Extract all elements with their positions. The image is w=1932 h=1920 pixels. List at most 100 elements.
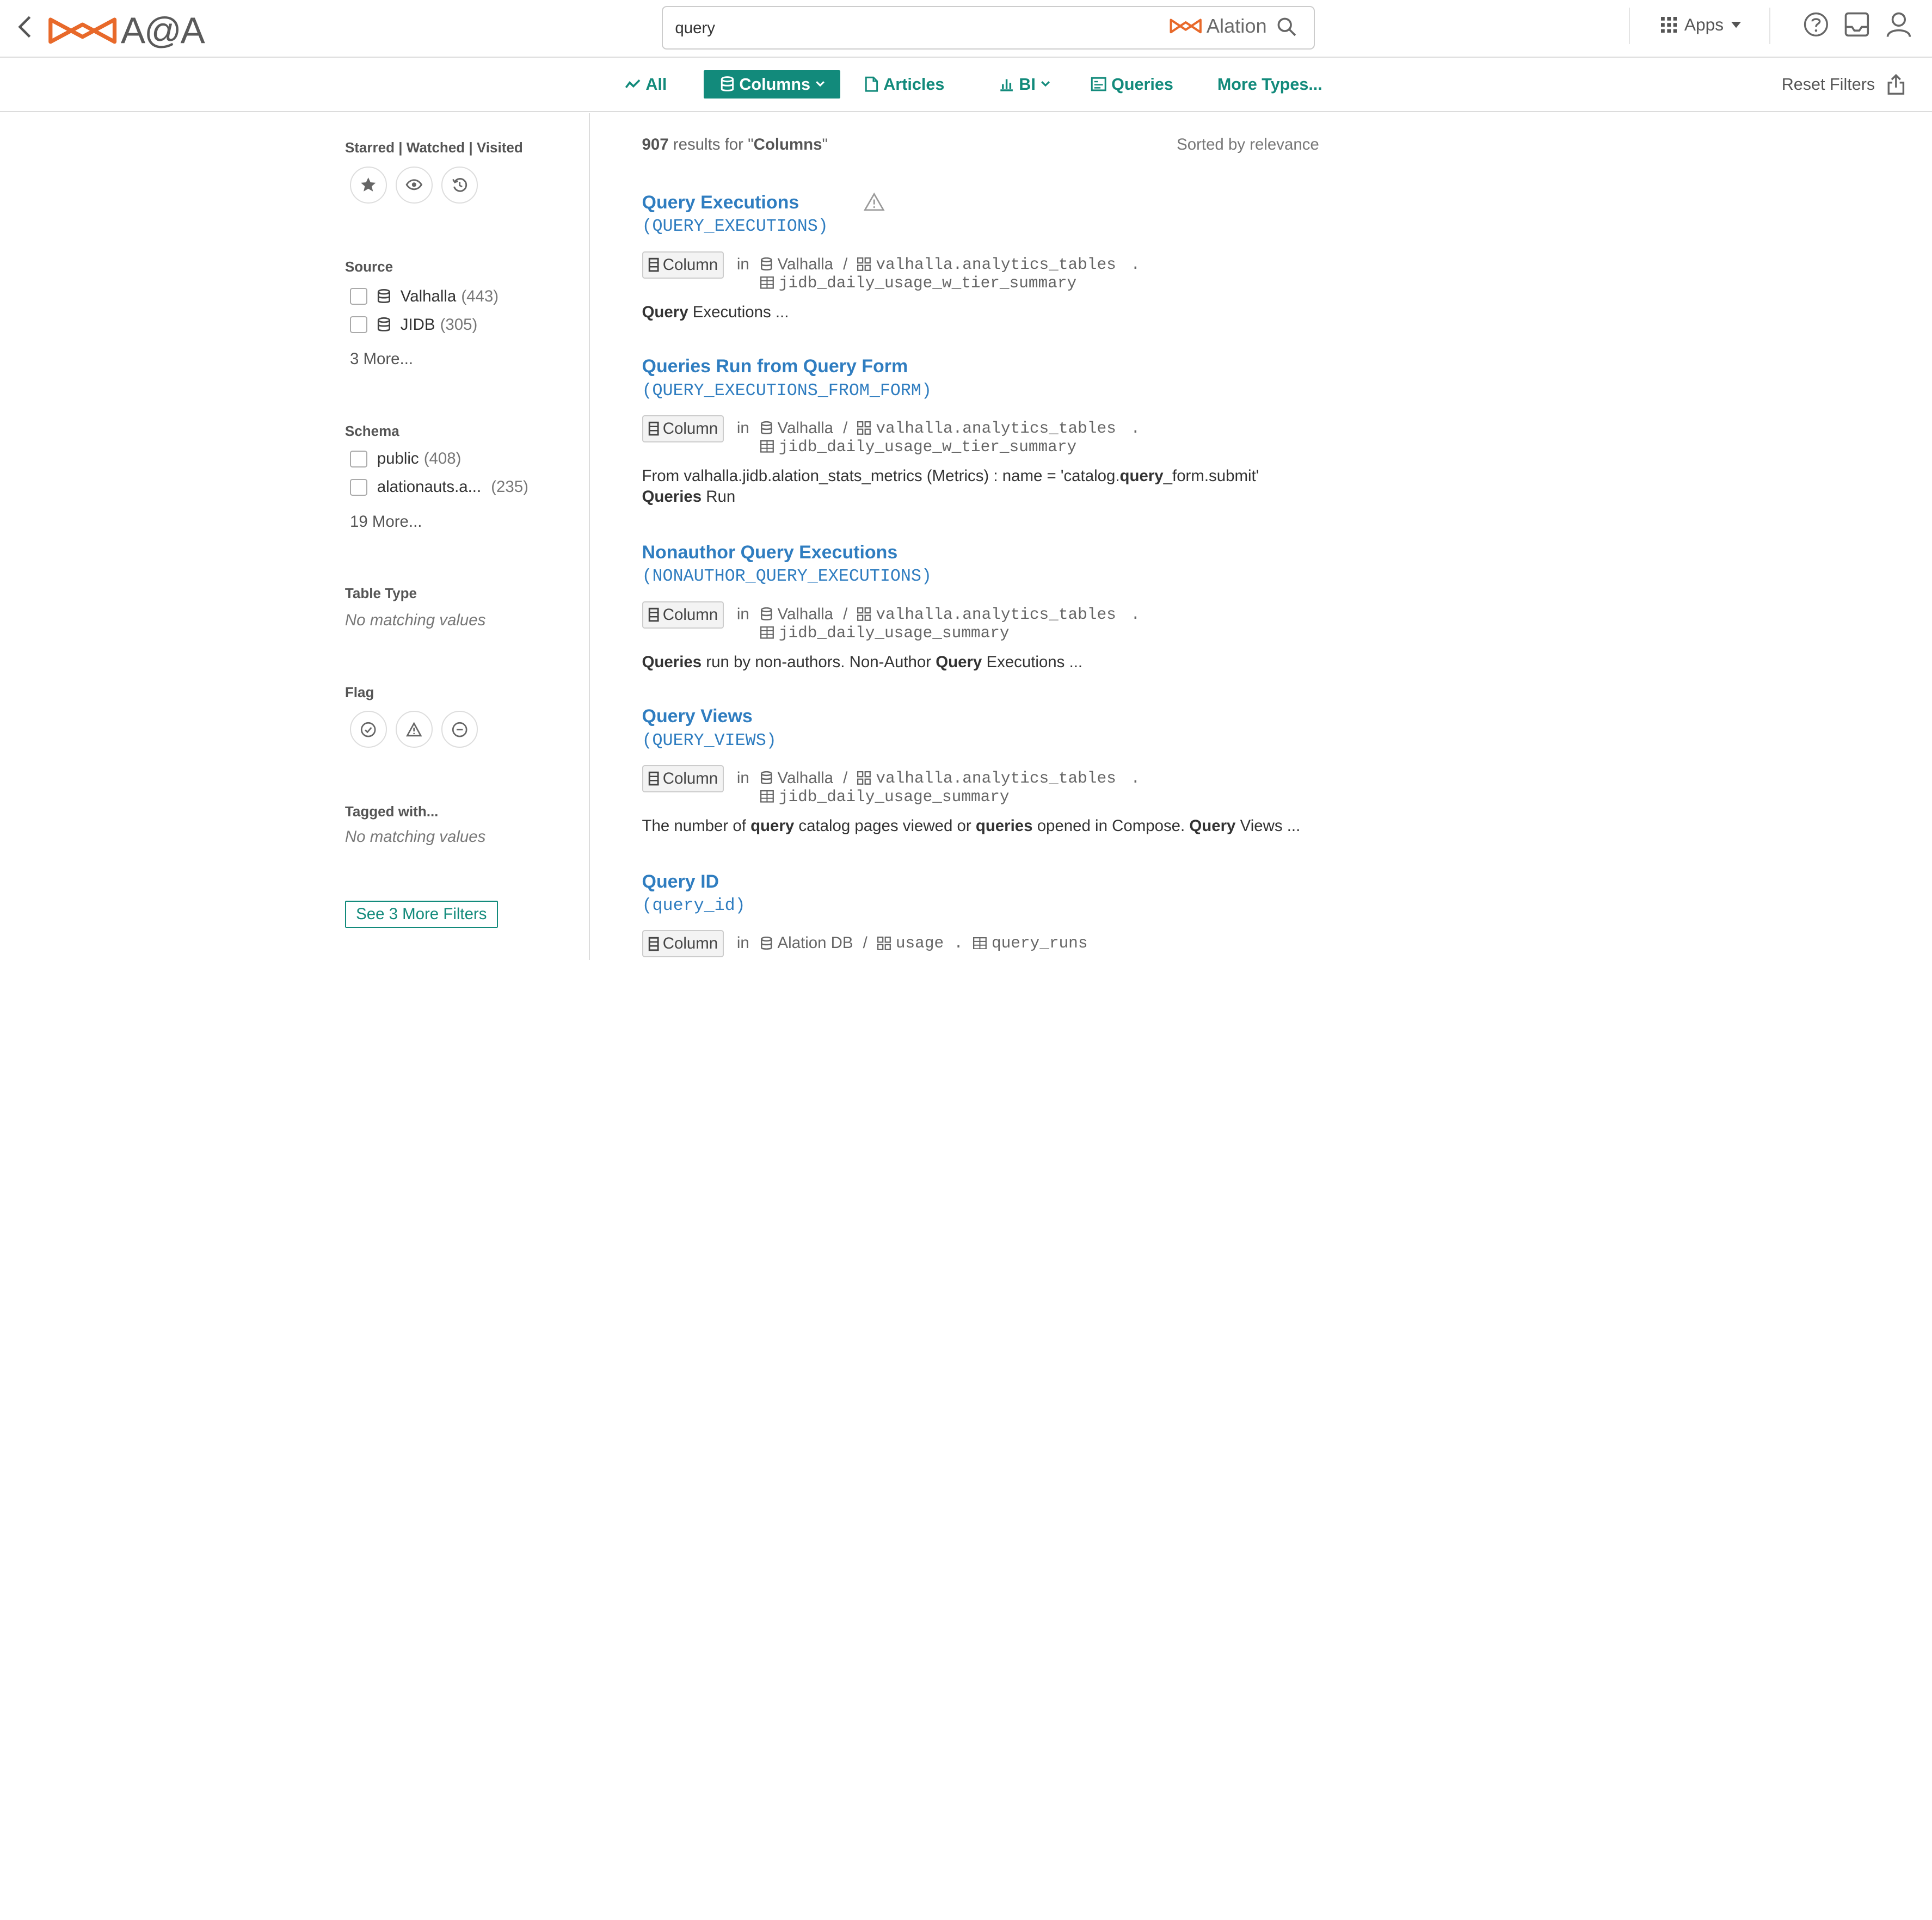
in-label: in <box>736 768 749 787</box>
search-icon[interactable] <box>1277 17 1299 39</box>
bowtie-logo-icon <box>1170 19 1202 34</box>
tab-all[interactable]: All <box>625 70 667 99</box>
desc-text: Executions <box>688 303 776 321</box>
checkbox[interactable] <box>349 287 367 305</box>
column-icon <box>648 257 659 272</box>
schema-option-public[interactable]: public (408) <box>349 450 462 468</box>
search-box[interactable]: Alation <box>661 6 1315 50</box>
table-type-empty-text: No matching values <box>344 611 486 629</box>
result-subtitle[interactable]: (query_id) <box>642 896 1332 918</box>
desc-ellipsis: ... <box>775 303 789 321</box>
search-brand: Alation <box>1168 15 1267 38</box>
tab-more-types[interactable]: More Types... <box>1217 70 1322 99</box>
result-subtitle[interactable]: (NONAUTHOR_QUERY_EXECUTIONS) <box>642 567 1332 589</box>
table-link[interactable]: jidb_daily_usage_w_tier_summary <box>779 438 1076 456</box>
source-link[interactable]: Valhalla <box>778 605 834 624</box>
path-separator: / <box>843 605 848 623</box>
source-link[interactable]: Valhalla <box>778 769 834 787</box>
watched-filter-button[interactable] <box>395 166 433 204</box>
schema-label: alationauts.a... <box>377 478 482 496</box>
schema-option-alationauts[interactable]: alationauts.a... (235) <box>349 478 528 496</box>
warning-flag-button[interactable] <box>395 711 433 748</box>
search-input[interactable] <box>675 16 1143 41</box>
source-more-link[interactable]: 3 More... <box>350 350 413 368</box>
in-label: in <box>736 419 749 437</box>
schema-link[interactable]: valhalla.analytics_tables <box>876 419 1116 438</box>
result-title[interactable]: Query Executions <box>642 192 1332 216</box>
see-more-filters-button[interactable]: See 3 More Filters <box>344 900 498 928</box>
search-brand-label: Alation <box>1206 14 1267 37</box>
source-link[interactable]: Alation DB <box>778 934 853 952</box>
column-icon <box>648 937 659 951</box>
search-result: Query Executions (QUERY_EXECUTIONS) Colu… <box>642 192 1332 323</box>
checkbox[interactable] <box>349 316 367 334</box>
schema-icon <box>857 421 871 435</box>
sort-label[interactable]: Sorted by relevance <box>1177 136 1319 154</box>
schema-link[interactable]: valhalla.analytics_tables <box>876 255 1116 274</box>
schema-icon <box>857 771 871 785</box>
column-icon <box>648 422 659 436</box>
table-icon <box>760 790 774 803</box>
schema-link[interactable]: valhalla.analytics_tables <box>876 605 1116 624</box>
deprecated-flag-button[interactable] <box>441 711 478 748</box>
visited-filter-button[interactable] <box>441 166 478 204</box>
database-icon <box>760 771 772 785</box>
in-label: in <box>736 255 749 273</box>
desc-text: Run <box>702 488 736 506</box>
share-icon[interactable] <box>1887 73 1907 96</box>
inbox-icon[interactable] <box>1843 11 1873 40</box>
source-option-valhalla[interactable]: Valhalla (443) <box>349 287 499 306</box>
schema-more-link[interactable]: 19 More... <box>350 513 422 531</box>
schema-link[interactable]: valhalla.analytics_tables <box>876 769 1116 787</box>
table-link[interactable]: query_runs <box>992 934 1088 952</box>
user-icon[interactable] <box>1885 11 1915 40</box>
table-link[interactable]: jidb_daily_usage_summary <box>779 787 1010 806</box>
result-subtitle[interactable]: (QUERY_VIEWS) <box>642 731 1332 753</box>
app-logo[interactable]: A@A <box>47 10 205 52</box>
result-title[interactable]: Nonauthor Query Executions <box>642 542 1332 565</box>
checkbox[interactable] <box>349 450 367 468</box>
result-title[interactable]: Query ID <box>642 871 1332 895</box>
desc-text: The number of <box>642 816 751 835</box>
search-results-page: A@A Alation Apps <box>0 0 1932 960</box>
result-path: Valhalla / valhalla.analytics_tables . <box>760 605 1140 624</box>
query-icon <box>1091 77 1106 91</box>
help-icon[interactable] <box>1802 11 1832 40</box>
schema-count: (408) <box>423 450 462 468</box>
tab-queries[interactable]: Queries <box>1091 70 1173 99</box>
source-link[interactable]: Valhalla <box>778 255 834 274</box>
database-icon <box>377 288 390 303</box>
tab-articles[interactable]: Articles <box>865 70 944 99</box>
table-icon <box>973 937 987 950</box>
result-description: The number of query catalog pages viewed… <box>642 816 1332 836</box>
back-arrow-icon[interactable] <box>13 14 37 41</box>
endorsed-flag-button[interactable] <box>349 711 387 748</box>
schema-link[interactable]: usage <box>896 934 944 952</box>
result-meta: Column in Valhalla / valhalla.analytics_… <box>642 415 1332 457</box>
highlight-term: query <box>1119 466 1164 485</box>
result-title[interactable]: Query Views <box>642 706 1332 729</box>
starred-filter-button[interactable] <box>349 166 387 204</box>
source-link[interactable]: Valhalla <box>778 419 834 438</box>
source-option-jidb[interactable]: JIDB (305) <box>349 316 477 334</box>
database-icon <box>760 607 772 621</box>
database-icon <box>377 317 390 331</box>
table-link[interactable]: jidb_daily_usage_w_tier_summary <box>779 274 1076 292</box>
apps-menu-button[interactable]: Apps <box>1660 15 1741 35</box>
tab-columns[interactable]: Columns <box>703 70 841 99</box>
result-title[interactable]: Queries Run from Query Form <box>642 356 1332 379</box>
object-type-badge: Column <box>642 930 724 958</box>
logo-text: A@A <box>120 10 205 52</box>
source-filter-title: Source <box>344 259 393 275</box>
table-link[interactable]: jidb_daily_usage_summary <box>779 624 1010 642</box>
badge-label: Column <box>662 769 718 787</box>
checkbox[interactable] <box>349 478 367 496</box>
check-circle-icon <box>361 722 376 737</box>
grid-icon <box>1660 16 1677 33</box>
result-subtitle[interactable]: (QUERY_EXECUTIONS_FROM_FORM) <box>642 381 1332 403</box>
tab-bi[interactable]: BI <box>999 70 1050 99</box>
result-summary: 907 results for "Columns" <box>642 136 828 154</box>
reset-filters-button[interactable]: Reset Filters <box>1782 75 1875 94</box>
result-subtitle[interactable]: (QUERY_EXECUTIONS) <box>642 217 1332 239</box>
result-meta: Column in Valhalla / valhalla.analytics_… <box>642 765 1332 807</box>
